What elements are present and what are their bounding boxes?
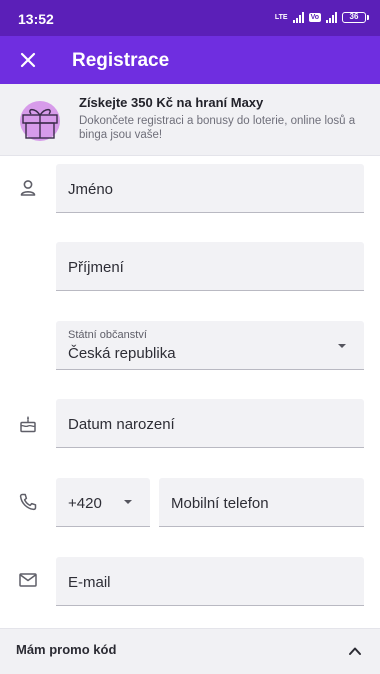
mail-icon <box>17 569 39 591</box>
app-bar: Registrace <box>0 36 380 84</box>
email-field[interactable]: E-mail <box>56 557 364 606</box>
phone-prefix-value: +420 <box>68 495 102 512</box>
status-time: 13:52 <box>18 11 54 27</box>
status-icons: LTE Vo 36 <box>274 12 369 23</box>
promo-title: Získejte 350 Kč na hraní Maxy <box>79 95 264 110</box>
phone-prefix-select[interactable]: +420 <box>56 478 150 527</box>
promo-description: Dokončete registraci a bonusy do loterie… <box>79 115 356 141</box>
first-name-field[interactable]: Jméno <box>56 164 364 213</box>
mobile-phone-placeholder: Mobilní telefon <box>171 495 269 512</box>
cake-icon <box>17 413 39 435</box>
promo-code-label: Mám promo kód <box>16 642 117 657</box>
battery-icon: 36 <box>342 12 369 23</box>
dropdown-arrow-icon <box>338 344 346 348</box>
gift-icon <box>20 101 60 141</box>
citizenship-select[interactable]: Státní občanství Česká republika <box>56 321 364 370</box>
close-button[interactable] <box>12 44 44 76</box>
volte-badge: Vo <box>308 13 321 22</box>
signal-icon-2 <box>326 12 337 23</box>
page-title: Registrace <box>72 50 170 71</box>
email-placeholder: E-mail <box>68 574 111 591</box>
status-bar: 13:52 LTE Vo 36 <box>0 0 380 36</box>
signal-icon <box>292 12 304 23</box>
birth-date-field[interactable]: Datum narození <box>56 399 364 448</box>
citizenship-label: Státní občanství <box>68 329 147 341</box>
phone-icon <box>17 491 39 513</box>
person-icon <box>17 177 39 199</box>
promo-banner: Získejte 350 Kč na hraní Maxy Dokončete … <box>0 84 380 156</box>
last-name-placeholder: Příjmení <box>68 259 124 276</box>
promo-code-toggle[interactable]: Mám promo kód <box>0 628 380 674</box>
first-name-placeholder: Jméno <box>68 181 114 198</box>
prefix-dropdown-arrow-icon <box>124 500 132 504</box>
mobile-phone-field[interactable]: Mobilní telefon <box>159 478 364 527</box>
close-icon <box>20 52 36 68</box>
last-name-field[interactable]: Příjmení <box>56 242 364 291</box>
citizenship-value: Česká republika <box>68 345 176 362</box>
network-type: LTE <box>274 13 288 21</box>
birth-date-placeholder: Datum narození <box>68 416 175 433</box>
chevron-up-icon <box>349 647 361 655</box>
